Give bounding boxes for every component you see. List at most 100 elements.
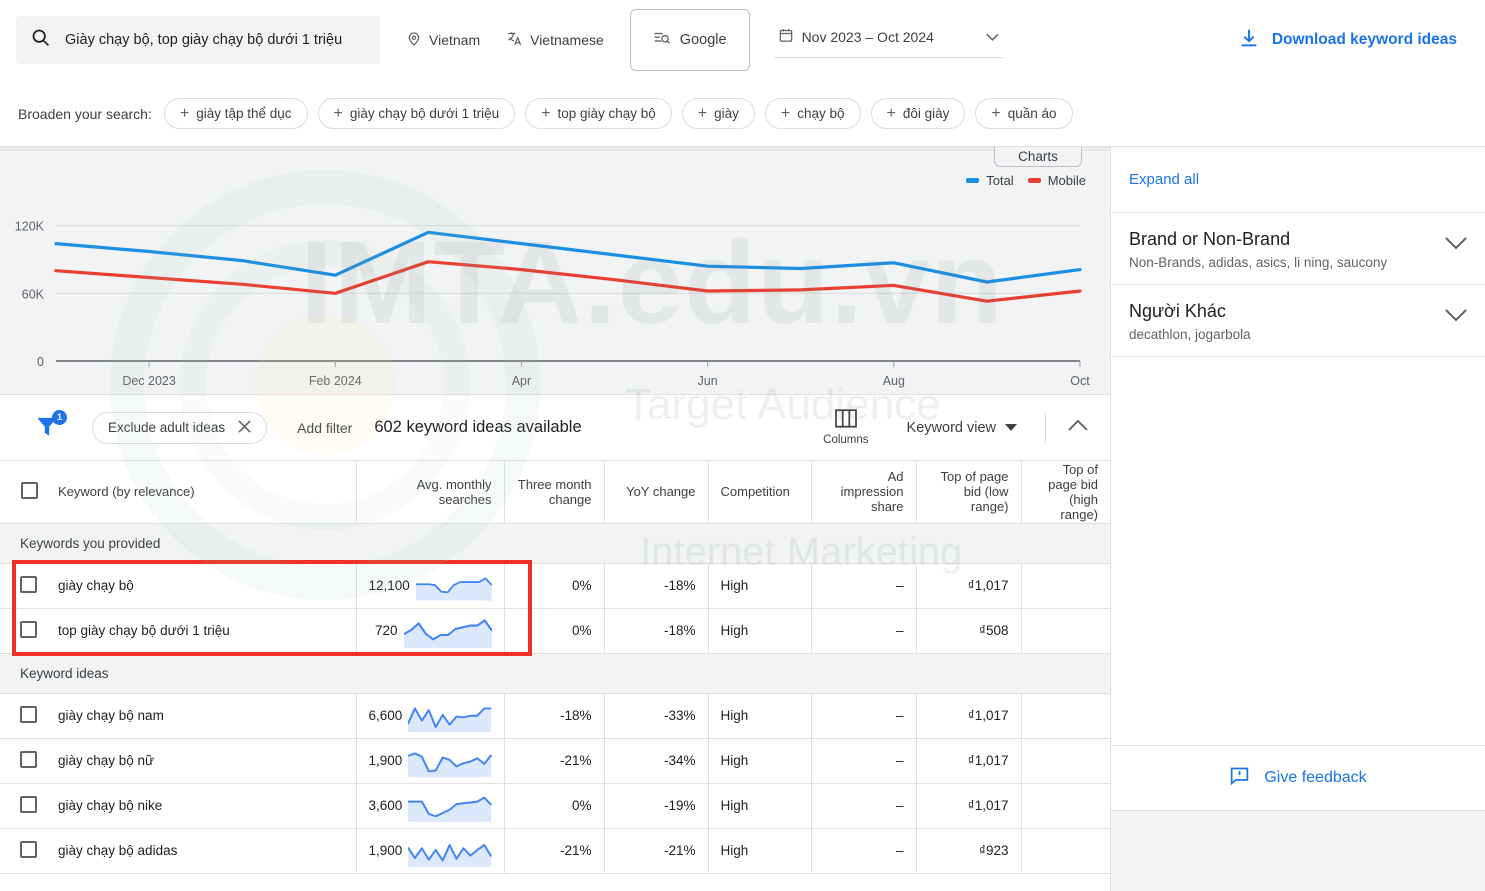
cell-top-of-page-bid-low: ₫1,017 [916, 563, 1022, 609]
row-select-cell[interactable] [0, 738, 58, 784]
date-range-selector[interactable]: Nov 2023 – Oct 2024 [773, 22, 1003, 58]
column-header-three-month-change[interactable]: Three month change [504, 461, 605, 524]
plus-icon: + [991, 104, 1001, 122]
download-keyword-ideas-button[interactable]: Download keyword ideas [1238, 27, 1469, 54]
avg-monthly-searches-value: 720 [374, 623, 398, 638]
cell-keyword[interactable]: giày chạy bộ adidas [58, 828, 357, 874]
collapse-chart-button[interactable] [1068, 419, 1088, 437]
row-select-cell[interactable] [0, 783, 58, 829]
give-feedback-button[interactable]: Give feedback [1111, 745, 1485, 811]
table-row[interactable]: top giày chạy bộ dưới 1 triệu 720 0% -18% Hi… [0, 608, 1110, 654]
table-row[interactable]: giày chạy bộ 12,100 0% -18% High – ₫1,017 [0, 563, 1110, 609]
column-header-keyword[interactable]: Keyword (by relevance) [58, 461, 357, 524]
broaden-chip-2[interactable]: + top giày chạy bộ [525, 98, 672, 129]
cell-keyword[interactable]: top giày chạy bộ dưới 1 triệu [58, 608, 357, 654]
broaden-chip-1[interactable]: + giày chạy bộ dưới 1 triệu [317, 98, 516, 129]
row-checkbox[interactable] [20, 840, 37, 858]
line-chart-svg: 0 60K 120K Dec 2023 Feb 2024 Apr Jun Aug Oct [15, 220, 1090, 388]
chevron-down-icon[interactable] [1445, 301, 1467, 327]
cell-keyword[interactable]: giày chạy bộ nữ [58, 738, 357, 784]
column-header-avg-monthly-searches[interactable]: Avg. monthly searches [356, 461, 505, 524]
avg-monthly-searches-value: 6,600 [368, 708, 403, 723]
broaden-chip-4[interactable]: + chạy bộ [764, 98, 861, 129]
svg-text:Dec 2023: Dec 2023 [122, 374, 176, 388]
filter-icon[interactable]: 1 [34, 409, 67, 443]
cell-three-month-change: -18% [504, 693, 605, 739]
cell-keyword[interactable]: giày chạy bộ nike [58, 783, 357, 829]
cell-three-month-change: -21% [504, 828, 605, 874]
facet-brand-or-non-brand[interactable]: Brand or Non-Brand Non-Brands, adidas, a… [1111, 213, 1485, 285]
language-selector[interactable]: Vietnamese [506, 30, 604, 50]
cell-top-of-page-bid-high [1021, 738, 1110, 784]
cell-top-of-page-bid-high [1021, 693, 1110, 739]
svg-text:Jun: Jun [698, 374, 718, 388]
translate-icon [506, 30, 523, 50]
chevron-down-icon[interactable] [1445, 229, 1467, 255]
sparkline-chart [408, 751, 492, 777]
table-row[interactable]: giày chạy bộ adidas 1,900 -21% -21% High – ₫92… [0, 828, 1110, 874]
cell-yoy-change: -33% [604, 693, 709, 739]
cell-competition: High [708, 783, 812, 829]
cell-ad-impression-share: – [811, 693, 917, 739]
close-icon[interactable] [238, 419, 251, 436]
broaden-chip-3[interactable]: + giày [681, 98, 755, 129]
add-filter-button[interactable]: Add filter [297, 420, 352, 436]
columns-label: Columns [823, 434, 869, 446]
broaden-chip-label: giày tập thể dục [196, 106, 292, 121]
row-checkbox[interactable] [20, 705, 37, 723]
column-header-competition[interactable]: Competition [708, 461, 812, 524]
row-checkbox[interactable] [20, 795, 37, 813]
svg-text:Feb 2024: Feb 2024 [309, 374, 362, 388]
row-checkbox[interactable] [20, 575, 37, 593]
expand-all-button[interactable]: Expand all [1111, 147, 1485, 213]
cell-three-month-change: 0% [504, 783, 605, 829]
chevron-down-icon[interactable] [986, 29, 999, 45]
columns-button[interactable]: Columns [823, 409, 869, 446]
cell-competition: High [708, 828, 812, 874]
feedback-icon [1229, 765, 1250, 791]
row-checkbox[interactable] [20, 750, 37, 768]
cell-competition: High [708, 563, 812, 609]
cell-three-month-change: 0% [504, 608, 605, 654]
row-checkbox[interactable] [20, 620, 37, 638]
broaden-chip-0[interactable]: + giày tập thể dục [163, 98, 308, 129]
table-group-title: Keyword ideas [0, 653, 1110, 694]
table-filter-toolbar: 1 Exclude adult ideas Add filter 602 key… [0, 395, 1110, 461]
broaden-chip-6[interactable]: + quần áo [975, 98, 1073, 129]
table-row[interactable]: giày chạy bộ nữ 1,900 -21% -34% High – ₫1,017 [0, 738, 1110, 784]
search-input[interactable]: Giày chạy bộ, top giày chạy bộ dưới 1 tr… [16, 16, 380, 64]
table-row[interactable]: giày chạy bộ nam 6,600 -18% -33% High – ₫1,017 [0, 693, 1110, 739]
cell-keyword[interactable]: giày chạy bộ [58, 563, 357, 609]
cell-top-of-page-bid-low: ₫923 [916, 828, 1022, 874]
facet-nguoi-khac[interactable]: Người Khác decathlon, jogarbola [1111, 285, 1485, 357]
network-selector-button[interactable]: Google [629, 9, 750, 71]
table-row[interactable]: giày chạy bộ nike 3,600 0% -19% High – ₫1,017 [0, 783, 1110, 829]
row-select-cell[interactable] [0, 693, 58, 739]
broaden-chip-label: giày chạy bộ dưới 1 triệu [349, 106, 500, 121]
column-header-top-of-page-bid-low[interactable]: Top of page bid (low range) [916, 461, 1022, 524]
row-select-cell[interactable] [0, 828, 58, 874]
calendar-icon [778, 27, 794, 47]
cell-yoy-change: -19% [604, 783, 709, 829]
table-header-row: Keyword (by relevance) Avg. monthly sear… [0, 461, 1110, 524]
column-header-ad-impression-share[interactable]: Ad impression share [811, 461, 917, 524]
filter-chip-exclude-adult-ideas[interactable]: Exclude adult ideas [92, 411, 268, 444]
cell-top-of-page-bid-high [1021, 563, 1110, 609]
location-selector[interactable]: Vietnam [406, 31, 480, 50]
select-all-checkbox[interactable] [20, 481, 38, 499]
cell-top-of-page-bid-high [1021, 783, 1110, 829]
filter-chip-label: Exclude adult ideas [108, 420, 226, 435]
svg-text:0: 0 [37, 355, 44, 369]
facet-subtitle: Non-Brands, adidas, asics, li ning, sauc… [1129, 255, 1388, 270]
network-label: Google [679, 32, 727, 48]
broaden-chip-label: top giày chạy bộ [557, 106, 656, 121]
row-select-cell[interactable] [0, 608, 58, 654]
select-all-header[interactable] [0, 461, 58, 524]
column-header-yoy-change[interactable]: YoY change [604, 461, 709, 524]
row-select-cell[interactable] [0, 563, 58, 609]
cell-keyword[interactable]: giày chạy bộ nam [58, 693, 357, 739]
broaden-chip-5[interactable]: + đôi giày [870, 98, 966, 129]
filter-badge-count: 1 [52, 409, 67, 425]
keyword-view-dropdown[interactable]: Keyword view [907, 420, 1017, 436]
column-header-top-of-page-bid-high[interactable]: Top of page bid (high range) [1021, 461, 1110, 524]
